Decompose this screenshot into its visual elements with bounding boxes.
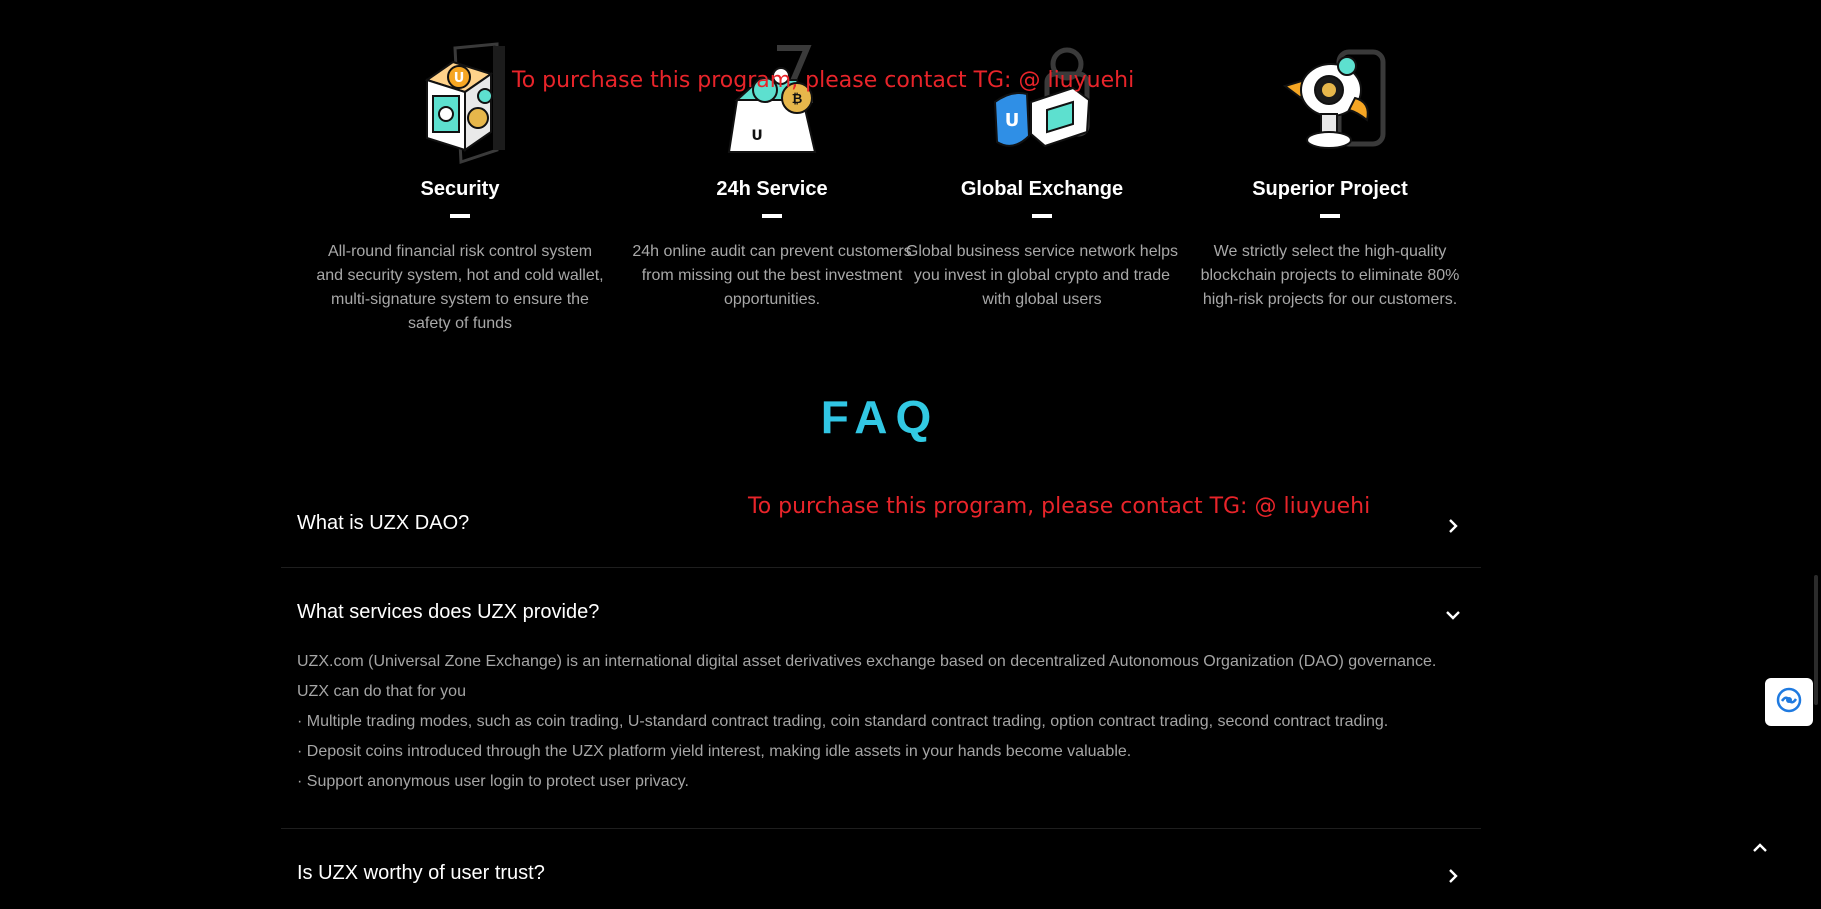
feature-description: 24h online audit can prevent customers f… bbox=[632, 243, 912, 308]
safe-vault-icon: U bbox=[395, 40, 525, 170]
feature-divider bbox=[1032, 214, 1052, 218]
chevron-down-icon[interactable] bbox=[1443, 605, 1463, 625]
faq-title: FAQ bbox=[0, 390, 1760, 444]
feature-title: Superior Project bbox=[1252, 178, 1408, 200]
feature-title: Global Exchange bbox=[960, 178, 1124, 200]
answer-line: UZX.com (Universal Zone Exchange) is an … bbox=[297, 653, 1437, 670]
scrollbar[interactable] bbox=[1814, 575, 1818, 705]
chevron-up-icon bbox=[1746, 843, 1774, 864]
answer-line: · Deposit coins introduced through the U… bbox=[297, 743, 1132, 760]
feature-description: All-round financial risk control system … bbox=[316, 243, 604, 332]
watermark-text: To purchase this program, please contact… bbox=[512, 68, 1135, 93]
feature-security: U Security All-round financial risk cont… bbox=[310, 40, 610, 332]
camera-robot-icon bbox=[1265, 40, 1395, 170]
faq-divider bbox=[281, 828, 1481, 829]
feature-global-exchange: U Global Exchange Global business servic… bbox=[892, 40, 1192, 308]
feature-24h-service: ₿ U 24h Service 24h online audit can pre… bbox=[622, 40, 922, 308]
answer-line: · Support anonymous user login to protec… bbox=[297, 773, 689, 790]
faq-item-what-is-uzx-dao[interactable]: What is UZX DAO? bbox=[281, 500, 1481, 566]
chevron-right-icon[interactable] bbox=[1443, 516, 1463, 536]
feature-divider bbox=[762, 214, 782, 218]
answer-line: · Multiple trading modes, such as coin t… bbox=[297, 713, 1389, 730]
shield-exchange-icon: U bbox=[977, 40, 1107, 170]
feature-divider bbox=[450, 214, 470, 218]
svg-text:₿: ₿ bbox=[792, 92, 803, 107]
feature-description: Global business service network helps yo… bbox=[905, 243, 1179, 308]
svg-text:U: U bbox=[1005, 110, 1020, 131]
feature-description: We strictly select the high-quality bloc… bbox=[1200, 243, 1460, 308]
faq-answer: UZX.com (Universal Zone Exchange) is an … bbox=[297, 647, 1477, 797]
answer-line: UZX can do that for you bbox=[297, 683, 466, 700]
feature-title: 24h Service bbox=[716, 178, 828, 200]
faq-item-trust[interactable]: Is UZX worthy of user trust? bbox=[281, 850, 1481, 900]
coin-wallet-icon: ₿ U bbox=[707, 40, 837, 170]
svg-text:U: U bbox=[751, 128, 762, 144]
support-chat-button[interactable] bbox=[1765, 678, 1813, 726]
feature-title: Security bbox=[420, 178, 500, 200]
faq-item-services[interactable]: What services does UZX provide? bbox=[281, 590, 1481, 630]
faq-question[interactable]: What services does UZX provide? bbox=[297, 601, 599, 624]
feature-superior-project: Superior Project We strictly select the … bbox=[1180, 40, 1480, 308]
feature-divider bbox=[1320, 214, 1340, 218]
chevron-right-icon[interactable] bbox=[1443, 866, 1463, 886]
faq-question[interactable]: Is UZX worthy of user trust? bbox=[297, 862, 545, 885]
svg-text:U: U bbox=[454, 71, 465, 86]
back-to-top-button[interactable] bbox=[1746, 836, 1774, 860]
chat-service-icon bbox=[1775, 686, 1803, 719]
faq-question[interactable]: What is UZX DAO? bbox=[297, 512, 469, 535]
faq-divider bbox=[281, 567, 1481, 568]
